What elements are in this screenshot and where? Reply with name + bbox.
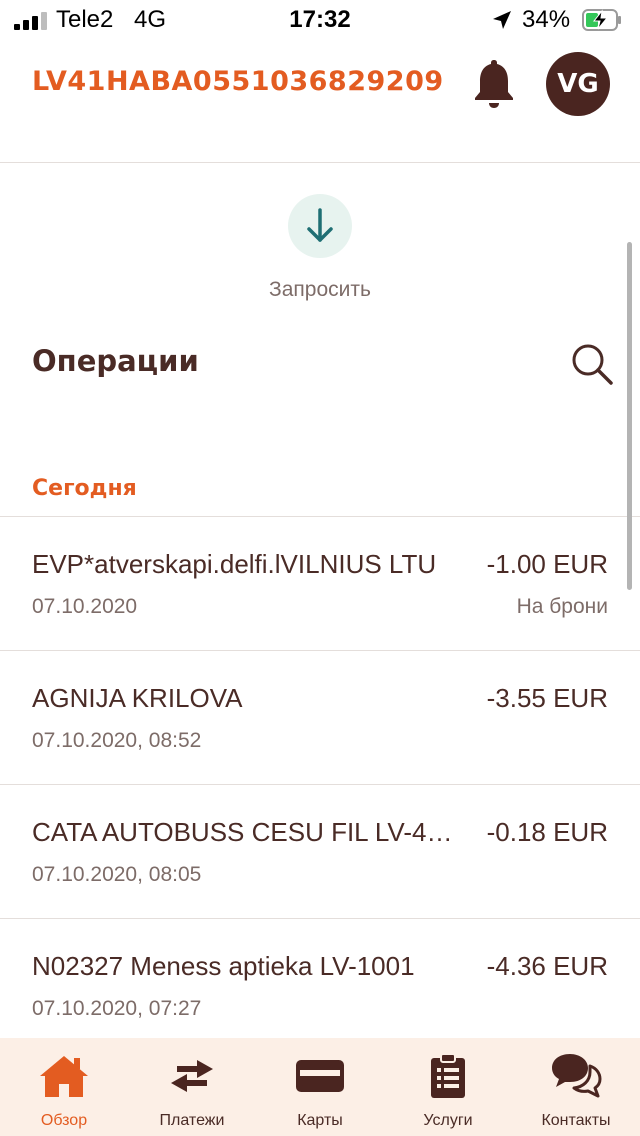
transaction-status: На брони xyxy=(516,595,608,618)
tab-label: Контакты xyxy=(541,1112,611,1129)
transaction-amount: -3.55 EUR xyxy=(486,683,608,713)
tab-label: Платежи xyxy=(159,1112,225,1129)
clipboard-icon xyxy=(420,1052,476,1100)
search-icon[interactable] xyxy=(570,342,614,386)
section-label-today: Сегодня xyxy=(32,476,137,501)
transaction-name: N02327 Meness aptieka LV-1001 xyxy=(32,951,415,981)
transaction-row[interactable]: N02327 Meness aptieka LV-1001 -4.36 EUR … xyxy=(0,919,640,1053)
request-circle[interactable] xyxy=(288,194,352,258)
transaction-amount: -1.00 EUR xyxy=(486,549,608,579)
transaction-list: EVP*atverskapi.delfi.lVILNIUS LTU -1.00 … xyxy=(0,517,640,1053)
status-bar: Tele2 4G 17:32 34% xyxy=(0,0,640,40)
transaction-amount: -0.18 EUR xyxy=(486,817,608,847)
transaction-name: EVP*atverskapi.delfi.lVILNIUS LTU xyxy=(32,549,437,579)
transaction-date: 07.10.2020, 08:52 xyxy=(32,729,202,752)
card-icon xyxy=(292,1052,348,1100)
transaction-row[interactable]: CATA AUTOBUSS CESU FIL LV-4101 -0.18 EUR… xyxy=(0,785,640,919)
request-label: Запросить xyxy=(269,278,371,301)
tab-cards[interactable]: Карты xyxy=(256,1038,384,1136)
tab-services[interactable]: Услуги xyxy=(384,1038,512,1136)
transaction-name: CATA AUTOBUSS CESU FIL LV-4101 xyxy=(32,817,464,847)
avatar[interactable]: VG xyxy=(546,52,610,116)
home-icon xyxy=(36,1052,92,1100)
transaction-row[interactable]: AGNIJA KRILOVA -3.55 EUR 07.10.2020, 08:… xyxy=(0,651,640,785)
header: LV41HABA0551036829209 VG xyxy=(0,40,640,163)
scrollbar[interactable] xyxy=(627,242,632,590)
tab-overview[interactable]: Обзор xyxy=(0,1038,128,1136)
transaction-date: 07.10.2020, 07:27 xyxy=(32,997,202,1020)
transaction-amount: -4.36 EUR xyxy=(486,951,608,981)
account-number[interactable]: LV41HABA0551036829209 xyxy=(32,66,444,97)
chat-bubbles-icon xyxy=(548,1052,604,1100)
operations-title: Операции xyxy=(32,344,199,378)
transaction-row[interactable]: EVP*atverskapi.delfi.lVILNIUS LTU -1.00 … xyxy=(0,517,640,651)
arrow-down-icon xyxy=(307,208,333,242)
bell-icon[interactable] xyxy=(470,56,518,110)
tab-label: Услуги xyxy=(423,1112,473,1129)
transaction-name: AGNIJA KRILOVA xyxy=(32,683,243,713)
location-arrow-icon xyxy=(493,11,511,29)
tab-label: Карты xyxy=(297,1112,343,1129)
battery-percent: 34% xyxy=(522,6,571,33)
transaction-date: 07.10.2020, 08:05 xyxy=(32,863,202,886)
bottom-tab-bar: Обзор Платежи Карты Услуги Контакты xyxy=(0,1038,640,1136)
request-button[interactable]: Запросить xyxy=(240,192,400,312)
tab-contacts[interactable]: Контакты xyxy=(512,1038,640,1136)
transaction-date: 07.10.2020 xyxy=(32,595,138,618)
battery-charging-icon xyxy=(582,9,621,31)
tab-label: Обзор xyxy=(40,1112,88,1129)
transfer-arrows-icon xyxy=(164,1052,220,1100)
tab-payments[interactable]: Платежи xyxy=(128,1038,256,1136)
